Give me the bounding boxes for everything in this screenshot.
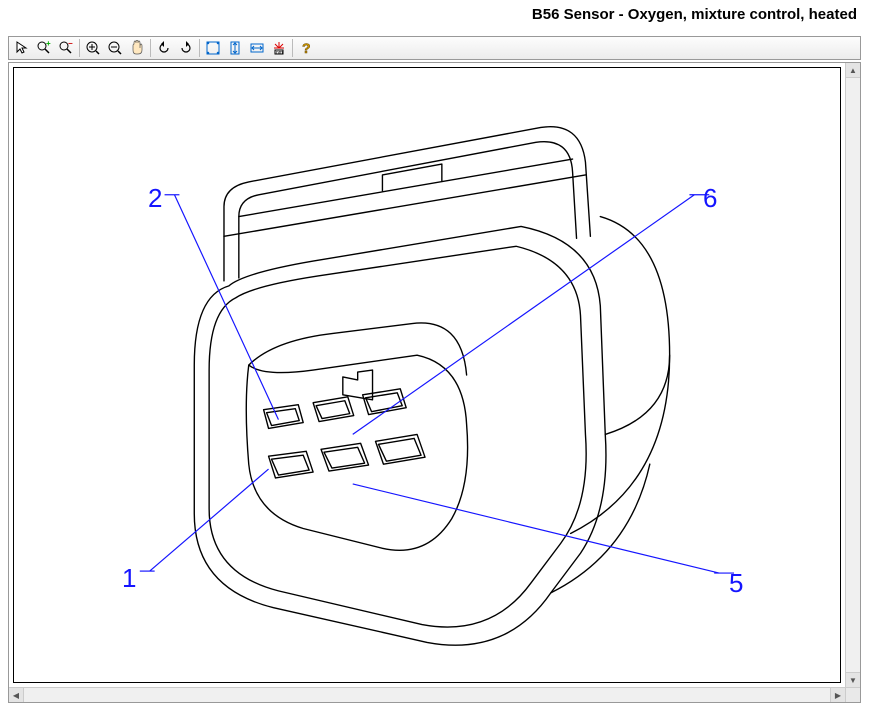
svg-text:−: − xyxy=(68,40,73,48)
page-title: B56 Sensor - Oxygen, mixture control, he… xyxy=(532,6,857,23)
connector-drawing xyxy=(14,68,840,682)
rotate-ccw-icon[interactable] xyxy=(153,38,175,58)
svg-text:+: + xyxy=(46,40,51,48)
svg-text:nm: nm xyxy=(276,50,283,56)
toolbar-separator xyxy=(79,39,80,57)
scroll-up-icon[interactable]: ▲ xyxy=(846,63,860,78)
callout-2: 2 xyxy=(148,183,162,214)
callout-lines xyxy=(140,195,734,573)
zoom-minus-icon[interactable] xyxy=(104,38,126,58)
fit-vertical-icon[interactable] xyxy=(224,38,246,58)
callout-6: 6 xyxy=(703,183,717,214)
fit-icon[interactable] xyxy=(202,38,224,58)
pointer-icon[interactable] xyxy=(11,38,33,58)
rotate-cw-icon[interactable] xyxy=(175,38,197,58)
callout-5: 5 xyxy=(729,568,743,599)
scroll-down-icon[interactable]: ▼ xyxy=(846,672,860,687)
highlight-icon[interactable]: nm xyxy=(268,38,290,58)
zoom-in-icon[interactable]: + xyxy=(33,38,55,58)
diagram-canvas[interactable]: 2 6 1 5 xyxy=(13,67,841,683)
svg-text:?: ? xyxy=(302,40,311,56)
toolbar-separator xyxy=(292,39,293,57)
scroll-right-icon[interactable]: ▶ xyxy=(830,688,845,702)
toolbar-separator xyxy=(150,39,151,57)
toolbar: + − nm ? xyxy=(8,36,861,60)
toolbar-separator xyxy=(199,39,200,57)
scroll-corner xyxy=(845,687,860,702)
vertical-scrollbar[interactable]: ▲ ▼ xyxy=(845,63,860,687)
callout-1: 1 xyxy=(122,563,136,594)
pan-icon[interactable] xyxy=(126,38,148,58)
scroll-left-icon[interactable]: ◀ xyxy=(9,688,24,702)
fit-horizontal-icon[interactable] xyxy=(246,38,268,58)
zoom-out-icon[interactable]: − xyxy=(55,38,77,58)
horizontal-scrollbar[interactable]: ◀ ▶ xyxy=(9,687,845,702)
zoom-plus-icon[interactable] xyxy=(82,38,104,58)
viewer-frame: 2 6 1 5 ▲ ▼ ◀ ▶ xyxy=(8,62,861,703)
help-icon[interactable]: ? xyxy=(295,38,317,58)
